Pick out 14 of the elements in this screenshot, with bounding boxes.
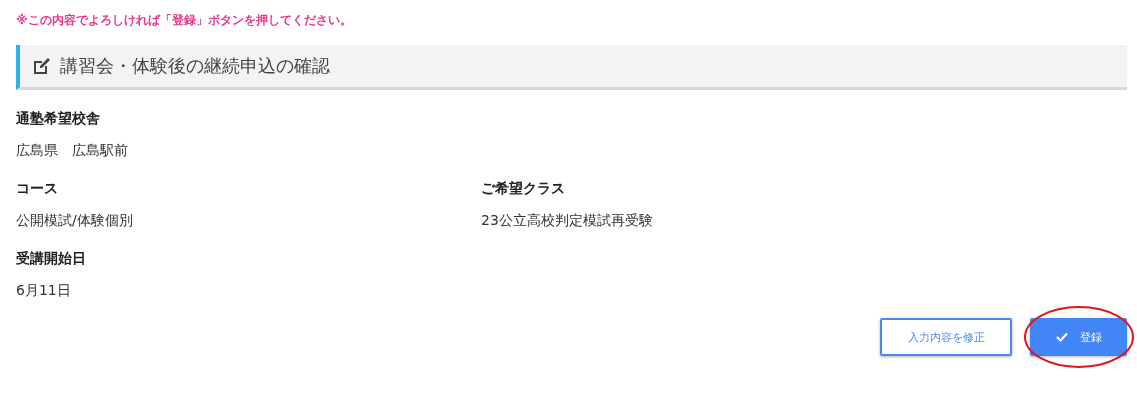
edit-button[interactable]: 入力内容を修正 (880, 318, 1012, 356)
check-icon (1055, 332, 1068, 342)
field-value: 公開模試/体験個別 (16, 211, 134, 230)
field-label: ご希望クラス (481, 179, 566, 198)
field-value: 6月11日 (16, 281, 72, 300)
field-value: 23公立高校判定模試再受験 (481, 211, 654, 230)
notice-text: ※この内容でよろしければ「登録」ボタンを押してください。 (16, 12, 353, 29)
edit-icon (32, 56, 52, 76)
section-title: 講習会・体験後の継続申込の確認 (60, 54, 330, 78)
field-value: 広島県 広島駅前 (16, 141, 129, 160)
field-label: 受講開始日 (16, 249, 87, 268)
register-button[interactable]: 登録 (1030, 318, 1127, 356)
field-label: コース (16, 179, 59, 198)
field-label: 通塾希望校舎 (16, 109, 101, 128)
